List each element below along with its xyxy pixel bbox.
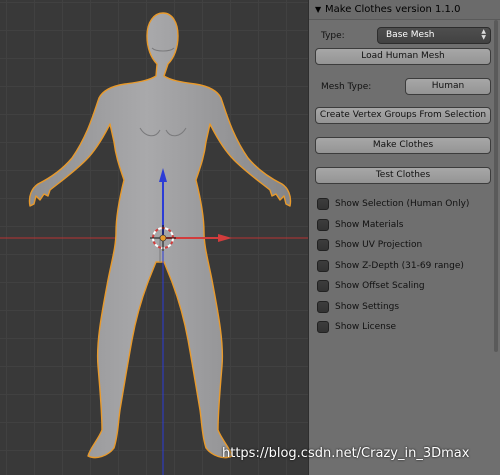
checkbox[interactable] [317,198,329,210]
option-label: Show License [335,322,397,332]
mesh-type-button[interactable]: Human [405,78,491,95]
option-label: Show Offset Scaling [335,281,425,291]
human-base-mesh[interactable] [28,12,292,459]
option-label: Show Selection (Human Only) [335,199,470,209]
panel-title: Make Clothes version 1.1.0 [325,4,461,15]
checkbox[interactable] [317,301,329,313]
type-dropdown-value: Base Mesh [386,30,435,40]
checkbox[interactable] [317,280,329,292]
load-human-mesh-button[interactable]: Load Human Mesh [315,48,491,65]
checkbox[interactable] [317,321,329,333]
watermark: https://blog.csdn.net/Crazy_in_3Dmax [222,446,470,461]
mesh-type-label: Mesh Type: [321,82,372,92]
create-vertex-groups-button[interactable]: Create Vertex Groups From Selection [315,107,491,124]
option-label: Show Materials [335,220,404,230]
option-label: Show UV Projection [335,240,423,250]
checkbox[interactable] [317,239,329,251]
option-label: Show Settings [335,302,400,312]
make-clothes-panel: ▼ Make Clothes version 1.1.0 Type: Base M… [308,0,500,475]
checkbox[interactable] [317,219,329,231]
panel-header[interactable]: ▼ Make Clothes version 1.1.0 [309,0,500,20]
panel-scrollbar[interactable] [494,20,498,352]
checkbox[interactable] [317,260,329,272]
test-clothes-button[interactable]: Test Clothes [315,167,491,184]
x-axis-arrow[interactable] [218,234,232,242]
viewport-scene [0,12,308,475]
option-label: Show Z-Depth (31-69 range) [335,261,464,271]
type-label: Type: [321,31,345,41]
collapse-triangle-icon[interactable]: ▼ [315,0,325,20]
3d-viewport[interactable] [0,0,308,475]
make-clothes-button[interactable]: Make Clothes [315,137,491,154]
type-dropdown[interactable]: Base Mesh ▲ ▼ [377,27,491,44]
dropdown-arrows-icon: ▲ ▼ [481,28,486,41]
